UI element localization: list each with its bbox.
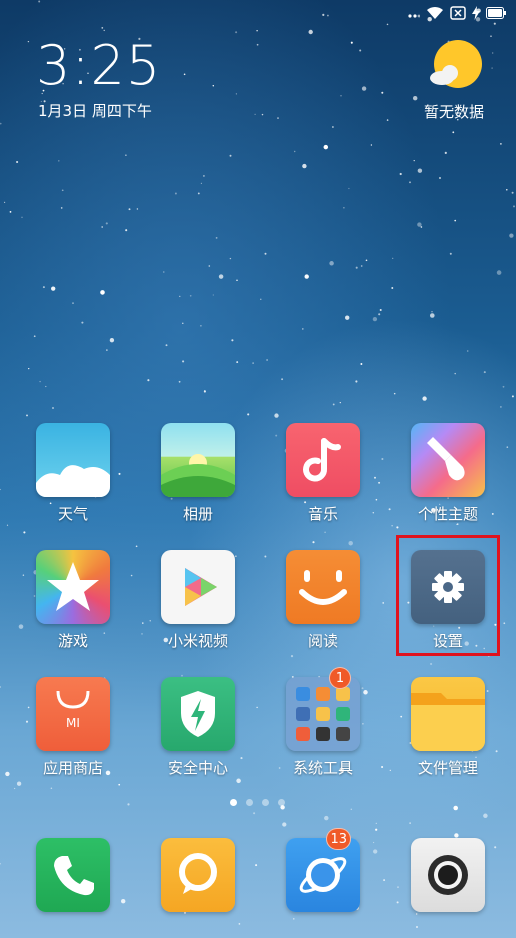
games-app-icon — [36, 550, 110, 624]
app-store-icon: MI — [36, 677, 110, 751]
page-dot[interactable] — [230, 799, 237, 806]
browser-app-icon: 13 — [286, 828, 360, 912]
wifi-icon — [427, 6, 443, 19]
app-themes[interactable]: 个性主题 — [393, 423, 503, 523]
folder-system-tools[interactable]: 1 系统工具 — [268, 667, 378, 777]
status-bar — [408, 4, 506, 22]
page-indicator[interactable] — [230, 799, 285, 806]
svg-text:MI: MI — [66, 716, 80, 730]
battery-icon — [486, 7, 506, 19]
security-app-icon — [161, 677, 235, 751]
app-games[interactable]: 游戏 — [18, 550, 128, 650]
app-reading[interactable]: 阅读 — [268, 550, 378, 650]
notification-badge: 13 — [326, 828, 351, 850]
app-label: 个性主题 — [417, 505, 478, 523]
signal-dots-icon — [408, 14, 420, 18]
app-security[interactable]: 安全中心 — [143, 677, 253, 777]
page-dot[interactable] — [246, 799, 253, 806]
app-label: 系统工具 — [292, 759, 353, 777]
app-gallery[interactable]: 相册 — [143, 423, 253, 523]
music-app-icon — [286, 423, 360, 497]
folder-icon: 1 — [286, 667, 360, 751]
page-dot[interactable] — [278, 799, 285, 806]
app-label: 音乐 — [307, 505, 338, 523]
gallery-app-icon — [161, 423, 235, 497]
app-file-manager[interactable]: 文件管理 — [393, 677, 503, 777]
page-dot[interactable] — [262, 799, 269, 806]
phone-app-icon — [36, 838, 110, 912]
app-label: 阅读 — [307, 632, 338, 650]
app-label: 相册 — [182, 505, 213, 523]
clock-date: 1月3日 周四下午 — [38, 102, 152, 120]
app-label: 游戏 — [57, 632, 88, 650]
dock-browser[interactable]: 13 — [268, 828, 378, 912]
sim-none-icon — [450, 6, 466, 20]
charging-icon — [472, 6, 480, 20]
themes-app-icon — [411, 423, 485, 497]
app-weather[interactable]: 天气 — [18, 423, 128, 523]
dock-messages[interactable] — [143, 838, 253, 912]
camera-app-icon — [411, 838, 485, 912]
video-app-icon — [161, 550, 235, 624]
app-label: 天气 — [57, 505, 88, 523]
sun-cloud-icon — [430, 40, 482, 88]
weather-status-text: 暂无数据 — [423, 103, 484, 121]
messages-app-icon — [161, 838, 235, 912]
app-video[interactable]: 小米视频 — [143, 550, 253, 650]
dock-camera[interactable] — [393, 838, 503, 912]
app-label: 小米视频 — [167, 632, 228, 650]
notification-badge: 1 — [329, 667, 351, 689]
app-store[interactable]: MI 应用商店 — [18, 677, 128, 777]
app-label: 文件管理 — [417, 759, 478, 777]
clock-time[interactable]: 3:25 — [36, 36, 161, 96]
weather-app-icon — [36, 423, 110, 497]
app-music[interactable]: 音乐 — [268, 423, 378, 523]
app-label: 安全中心 — [167, 759, 228, 777]
app-label: 应用商店 — [42, 759, 103, 777]
file-manager-icon — [411, 677, 485, 751]
selection-highlight-box — [396, 535, 500, 656]
dock-phone[interactable] — [18, 838, 128, 912]
reading-app-icon — [286, 550, 360, 624]
